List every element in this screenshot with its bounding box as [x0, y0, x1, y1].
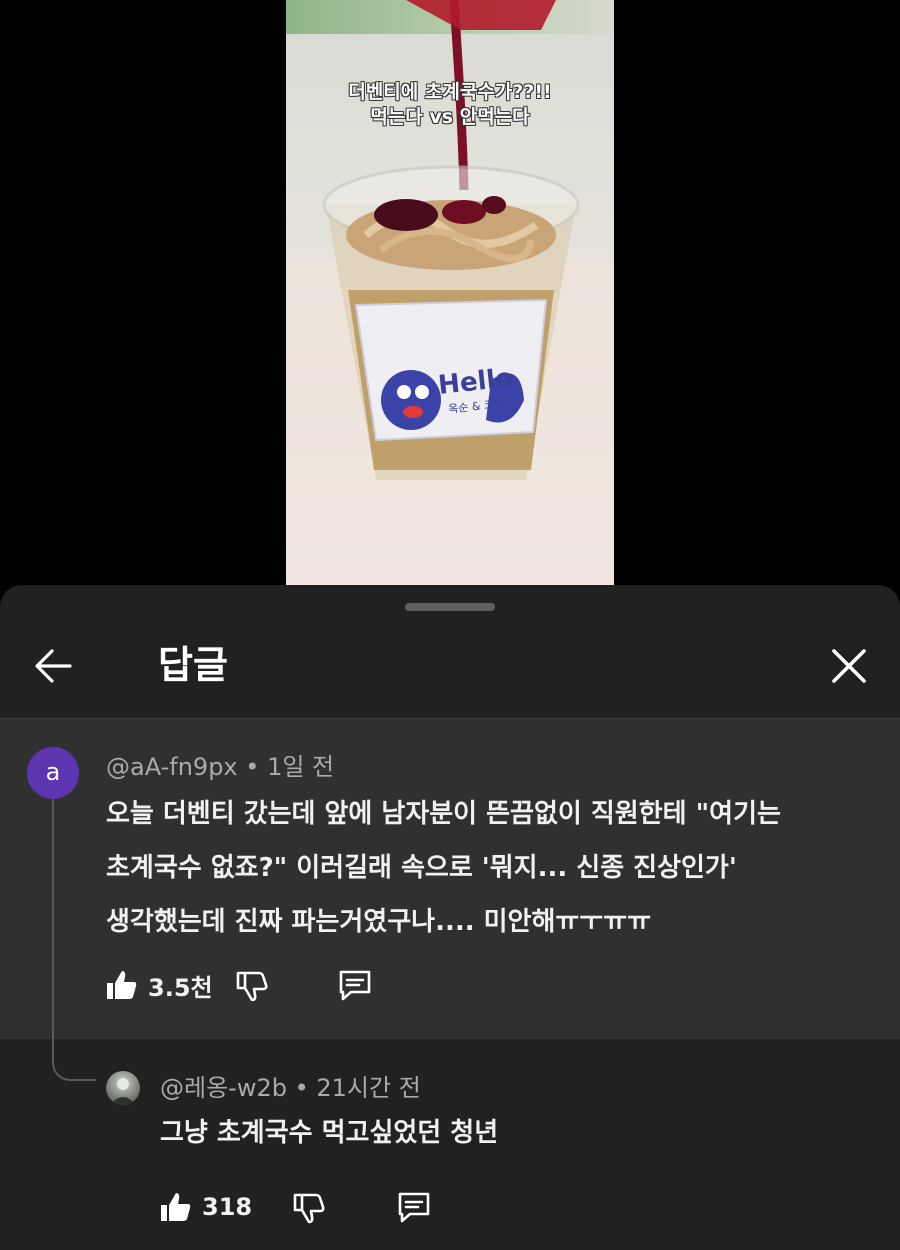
thumbs-up-icon[interactable]: [104, 967, 140, 1003]
reply-comment-icon[interactable]: [396, 1189, 432, 1225]
thumbs-down-icon[interactable]: [290, 1189, 326, 1225]
comment-author[interactable]: @aA-fn9px: [106, 753, 238, 781]
close-icon: [832, 649, 866, 683]
thread-line: [52, 799, 54, 1044]
video-caption: 더벤티에 초계국수가??!! 먹는다 vs 안먹는다: [286, 80, 614, 130]
reply-text: 그냥 초계국수 먹고싶었던 청년: [160, 1118, 499, 1148]
like-count: 3.5천: [148, 973, 213, 1002]
thumbs-down-icon[interactable]: [233, 967, 269, 1003]
reply-time: 21시간 전: [316, 1074, 421, 1102]
like-count: 318: [202, 1193, 253, 1221]
replies-panel: 답글 a @aA-fn9px • 1일 전 오늘 더벤티 갔는데 앞에 남자분이…: [0, 585, 900, 1250]
comment-time: 1일 전: [267, 753, 335, 781]
comment-text: 오늘 더벤티 갔는데 앞에 남자분이 뜬끔없이 직원한테 "여기는 초계국수 없…: [106, 787, 866, 949]
panel-header: 답글: [0, 625, 900, 719]
avatar[interactable]: [106, 1071, 140, 1105]
video-caption-line-2: 먹는다 vs 안먹는다: [370, 106, 530, 128]
reply-actions: 318: [158, 1187, 432, 1227]
comment-text-line: 초계국수 없죠?" 이러길래 속으로 '뭐지... 신종 진상인가': [106, 853, 737, 883]
reply-meta: @레옹-w2b • 21시간 전: [160, 1073, 421, 1103]
comment-actions: 3.5천: [104, 965, 373, 1005]
arrow-left-icon: [35, 649, 72, 683]
page-title: 답글: [158, 643, 228, 687]
thumbs-up-icon[interactable]: [158, 1189, 194, 1225]
reply-comment: @레옹-w2b • 21시간 전 그냥 초계국수 먹고싶었던 청년 318: [0, 1039, 900, 1250]
comment-text-line: 오늘 더벤티 갔는데 앞에 남자분이 뜬끔없이 직원한테 "여기는: [106, 799, 781, 829]
video-caption-line-1: 더벤티에 초계국수가??!!: [348, 81, 552, 103]
close-button[interactable]: [826, 643, 872, 689]
comment-meta: @aA-fn9px • 1일 전: [106, 752, 334, 782]
meta-separator: •: [245, 753, 260, 781]
meta-separator: •: [294, 1074, 309, 1102]
avatar-photo-icon: [110, 1078, 136, 1105]
avatar[interactable]: a: [27, 747, 79, 799]
thread-connector: [52, 1039, 96, 1081]
video-frame[interactable]: Hello 옥순 & 코비 더벤티에 초계국수가??!! 먹는다 vs 안먹는다: [286, 0, 614, 585]
drag-handle[interactable]: [405, 603, 495, 611]
reply-author[interactable]: @레옹-w2b: [160, 1074, 287, 1102]
reply-comment-icon[interactable]: [337, 967, 373, 1003]
video-player[interactable]: Hello 옥순 & 코비 더벤티에 초계국수가??!! 먹는다 vs 안먹는다: [0, 0, 900, 585]
back-button[interactable]: [30, 643, 78, 689]
parent-comment: a @aA-fn9px • 1일 전 오늘 더벤티 갔는데 앞에 남자분이 뜬끔…: [0, 719, 900, 1039]
comment-text-line: 생각했는데 진짜 파는거였구나.... 미안해ㅠㅜㅠㅠ: [106, 907, 652, 937]
